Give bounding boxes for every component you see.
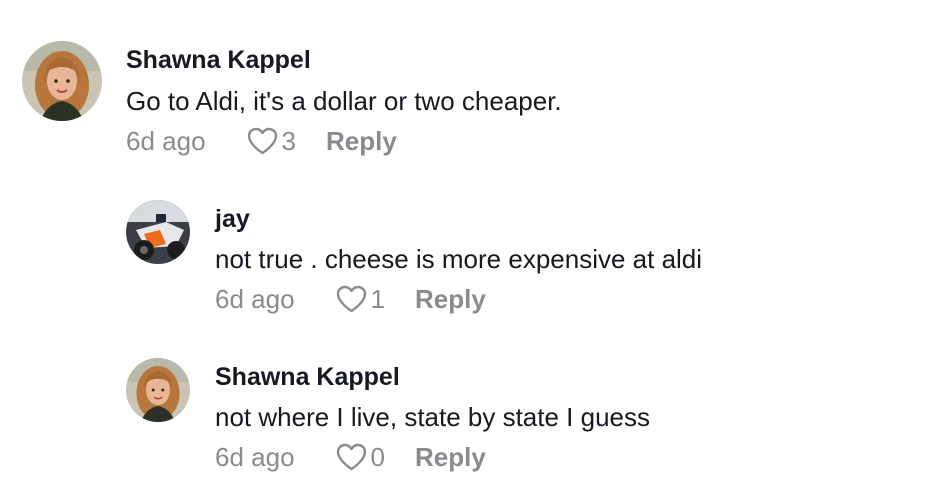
comment-time: 6d ago: [215, 283, 295, 314]
like-count: 1: [370, 283, 385, 314]
comment-text: Go to Aldi, it's a dollar or two cheaper…: [126, 86, 562, 116]
motorcycle-photo-icon: [126, 200, 190, 264]
comment-username[interactable]: Shawna Kappel: [215, 363, 400, 392]
comment-text: not where I live, state by state I guess: [215, 402, 651, 432]
comment-time: 6d ago: [215, 441, 295, 472]
comment-time: 6d ago: [126, 125, 206, 156]
heart-icon: [336, 443, 366, 471]
comment-username[interactable]: jay: [215, 205, 250, 234]
reply-button[interactable]: Reply: [415, 284, 486, 315]
avatar[interactable]: [126, 358, 190, 422]
heart-icon: [247, 127, 277, 155]
reply-button[interactable]: Reply: [326, 126, 397, 157]
like-button[interactable]: 3: [246, 126, 326, 157]
woman-portrait-icon: [22, 41, 102, 121]
comment-meta: 6d ago 0 Reply: [215, 440, 486, 474]
comment-username[interactable]: Shawna Kappel: [126, 46, 311, 75]
reply-button[interactable]: Reply: [415, 442, 486, 473]
heart-icon: [336, 285, 366, 313]
like-button[interactable]: 0: [335, 442, 415, 473]
like-count: 3: [281, 125, 296, 156]
comment-meta: 6d ago 3 Reply: [126, 124, 397, 158]
comment-text: not true . cheese is more expensive at a…: [215, 244, 703, 274]
like-count: 0: [370, 441, 385, 472]
like-button[interactable]: 1: [335, 284, 415, 315]
comment-meta: 6d ago 1 Reply: [215, 282, 486, 316]
avatar[interactable]: [126, 200, 190, 264]
woman-portrait-icon: [126, 358, 190, 422]
avatar[interactable]: [22, 41, 102, 121]
